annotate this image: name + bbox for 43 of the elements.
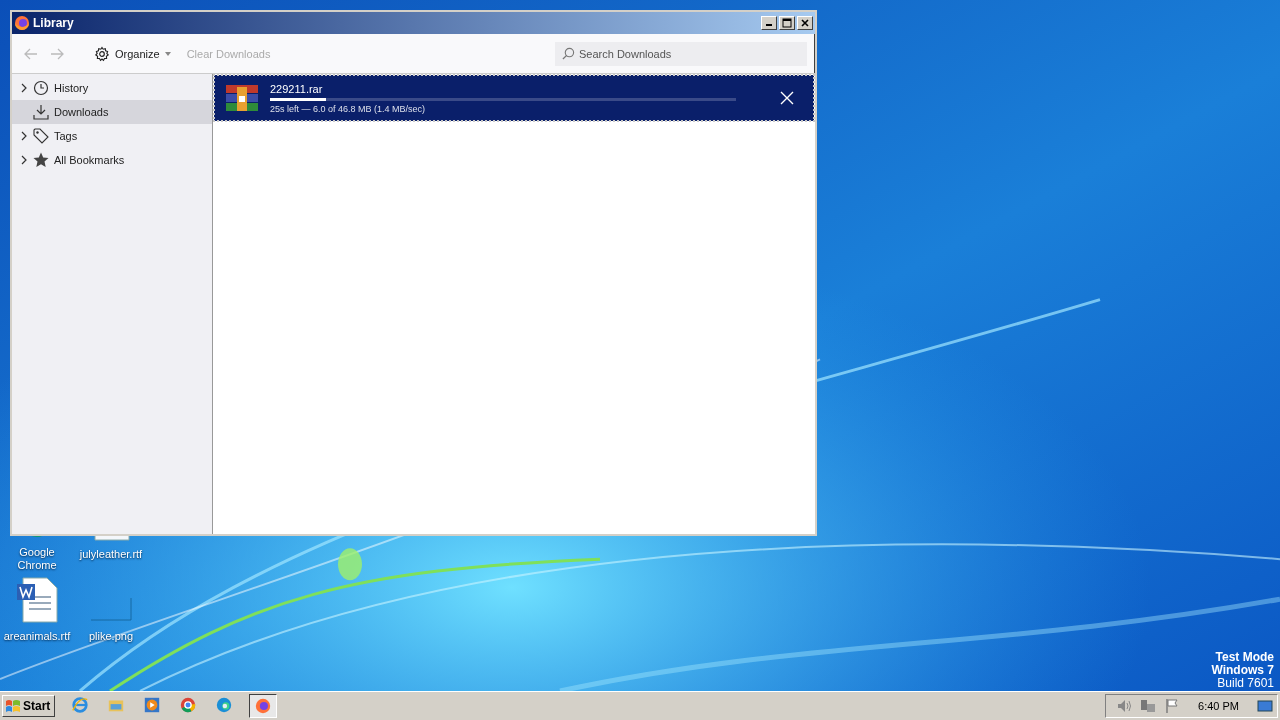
search-field[interactable]: Search Downloads (555, 41, 807, 66)
download-item[interactable]: 229211.rar 25s left — 6.0 of 46.8 MB (1.4 MB/sec) (214, 75, 814, 121)
desktop-icon-label[interactable]: Google Chrome (0, 546, 74, 572)
firefox-icon[interactable] (249, 694, 278, 718)
caret-icon (164, 51, 171, 56)
system-watermark-text: Windows 7 (1211, 664, 1274, 677)
start-button[interactable]: Start (2, 695, 56, 717)
flag-icon[interactable] (1164, 698, 1181, 714)
window-title: Library (33, 16, 75, 30)
close-icon (799, 18, 811, 28)
maximize-button[interactable] (779, 16, 795, 30)
sidebar-item[interactable]: All Bookmarks (12, 148, 212, 172)
sidebar-item[interactable]: Tags (12, 124, 212, 148)
file-name: 229211.rar (270, 82, 324, 95)
cancel-icon[interactable] (780, 91, 794, 105)
desktop-icon-label[interactable]: areanimals.rtf (3, 630, 71, 643)
close-button[interactable] (797, 16, 813, 30)
chevron-icon[interactable] (20, 83, 28, 93)
minimize-icon (766, 24, 772, 26)
system-watermark-text: Test Mode (1215, 651, 1274, 664)
tag-icon (33, 128, 49, 144)
system-watermark-text: Build 7601 (1217, 677, 1274, 690)
minimize-button[interactable] (761, 16, 777, 30)
settings-icon (94, 45, 110, 62)
search-icon (562, 46, 575, 60)
sidebar-item[interactable]: Downloads (12, 100, 212, 124)
windows-logo-icon (5, 698, 21, 714)
clock-icon (33, 80, 49, 96)
maximize-icon (781, 18, 793, 28)
archive-icon (226, 83, 258, 113)
chevron-icon[interactable] (20, 155, 28, 165)
network-icon[interactable] (1140, 698, 1157, 714)
firefox-icon (14, 15, 30, 31)
speaker-icon[interactable] (1116, 698, 1133, 714)
sidebar-item[interactable]: History (12, 76, 212, 100)
star-icon (33, 152, 49, 168)
organize-button[interactable]: Organize (92, 43, 173, 64)
download-status: 25s left — 6.0 of 46.8 MB (1.4 MB/sec) (270, 103, 427, 114)
download-icon (33, 104, 49, 120)
chevron-icon[interactable] (20, 131, 28, 141)
clock[interactable]: 6:40 PM (1198, 700, 1239, 712)
show-desktop-icon[interactable] (1257, 698, 1273, 714)
word-document-icon[interactable] (15, 576, 59, 624)
